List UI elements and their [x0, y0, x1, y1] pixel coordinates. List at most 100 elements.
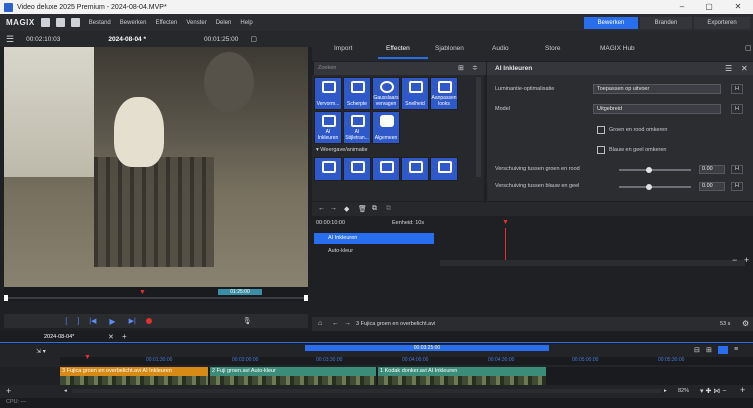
scroll-left-icon[interactable]: ◂ — [64, 388, 67, 394]
save-icon[interactable] — [70, 18, 80, 27]
effect-cell[interactable] — [314, 157, 342, 181]
panel-maximize-icon[interactable]: ▢ — [745, 44, 752, 52]
timeline-view-icon[interactable]: ⊟ — [694, 346, 700, 354]
settings-icon[interactable]: ⚙ — [742, 319, 749, 328]
effect-cell[interactable] — [343, 157, 371, 181]
audio-icon[interactable]: 🎙 — [243, 317, 252, 325]
effect-cell[interactable]: Algemeen — [372, 111, 400, 144]
redo-icon[interactable]: → — [330, 205, 337, 212]
mark-out-icon[interactable]: ] — [77, 318, 79, 325]
effect-cell[interactable]: Gausslaars vervagen — [372, 77, 400, 110]
clip-thumbnails[interactable] — [210, 376, 376, 385]
effect-section-header[interactable]: ▾ Weergave/animatie — [316, 147, 368, 153]
scene-view-icon[interactable]: ≡ — [734, 346, 738, 353]
scrub-end-handle[interactable] — [304, 295, 308, 301]
scrub-start-handle[interactable] — [4, 295, 8, 301]
paste-icon[interactable]: ⧉ — [386, 205, 391, 213]
shift1-keyframe-button[interactable]: H — [731, 165, 743, 174]
tab-magix-hub[interactable]: MAGIX Hub — [600, 45, 635, 52]
shift2-keyframe-button[interactable]: H — [731, 182, 743, 191]
scroll-right-icon[interactable]: ▸ — [664, 388, 667, 394]
menu-bewerken[interactable]: Bewerken — [120, 20, 147, 26]
menu-delen[interactable]: Delen — [216, 20, 232, 26]
fullscreen-icon[interactable]: ▢ — [250, 35, 257, 43]
mode-branden-button[interactable]: Branden — [640, 17, 692, 29]
effect-cell[interactable] — [372, 157, 400, 181]
project-tab-add[interactable]: + — [122, 332, 127, 341]
hamburger-icon[interactable]: ☰ — [6, 34, 14, 45]
video-preview[interactable] — [4, 47, 308, 287]
tab-sjablonen[interactable]: Sjablonen — [435, 45, 464, 52]
grid-view-icon[interactable]: ⊞ — [458, 64, 464, 72]
minimize-button[interactable]: – — [670, 0, 694, 14]
shift1-slider[interactable] — [619, 169, 691, 171]
effect-scrollbar[interactable] — [476, 77, 481, 177]
swap-green-red-checkbox[interactable] — [597, 126, 605, 134]
lum-keyframe-button[interactable]: H — [731, 84, 743, 94]
undo-icon[interactable]: ← — [318, 205, 325, 212]
zoom-level[interactable]: 82% — [678, 388, 689, 394]
menu-bestand[interactable]: Bestand — [89, 20, 111, 26]
swap-blue-yellow-checkbox[interactable] — [597, 146, 605, 154]
delete-icon[interactable]: 🗑 — [358, 205, 367, 213]
keyframe-scrollbar[interactable] — [440, 260, 745, 266]
play-icon[interactable]: ▶ — [109, 317, 115, 326]
shift1-value[interactable]: 0.00 — [699, 165, 725, 174]
shift2-value[interactable]: 0.00 — [699, 182, 725, 191]
home-icon[interactable]: ⌂ — [318, 320, 322, 327]
effect-cell[interactable]: AI Stijletran... — [343, 111, 371, 144]
tab-store[interactable]: Store — [545, 45, 561, 52]
open-folder-icon[interactable] — [55, 18, 65, 27]
menu-venster[interactable]: Venster — [186, 20, 206, 26]
mark-in-icon[interactable]: [ — [65, 318, 67, 325]
tab-import[interactable]: Import — [334, 45, 352, 52]
record-icon[interactable] — [145, 318, 152, 324]
zoom-in-icon[interactable]: + — [744, 255, 749, 265]
menu-help[interactable]: Help — [240, 20, 252, 26]
timeline-clip[interactable]: 2 Fuji groen.avi Auto-kleur — [210, 367, 376, 376]
keyframe-row-auto-kleur[interactable]: Auto-kleur — [314, 246, 434, 257]
clip-thumbnails[interactable] — [60, 376, 208, 385]
effect-cell[interactable] — [430, 157, 458, 181]
zoom-in-timeline-icon[interactable]: + — [740, 385, 745, 395]
timeline-ruler[interactable]: 00:01:30:00 00:03:00:00 00:03:30:00 00:0… — [60, 354, 753, 365]
filter-icon[interactable]: ≑ — [472, 64, 478, 72]
shift2-slider-knob[interactable] — [646, 184, 652, 190]
shift2-slider[interactable] — [619, 186, 691, 188]
skip-end-icon[interactable]: ▶| — [129, 317, 136, 325]
timeline-playhead-icon[interactable]: ▼ — [84, 354, 91, 361]
panel-menu-icon[interactable]: ☰ — [725, 64, 732, 73]
effect-cell[interactable]: Scherpte — [343, 77, 371, 110]
timeline-scrollbar[interactable] — [72, 389, 662, 393]
shift1-slider-knob[interactable] — [646, 167, 652, 173]
new-file-icon[interactable] — [40, 18, 50, 27]
mode-bewerken-button[interactable]: Bewerken — [584, 17, 638, 29]
mode-exporteren-button[interactable]: Exporteren — [694, 17, 750, 29]
lum-dropdown[interactable]: Toepassen op uitvoer — [593, 84, 721, 94]
track-tools-icon[interactable]: ⇲ ▾ — [36, 348, 46, 355]
keyframe-icon[interactable]: ◆ — [344, 205, 349, 213]
add-track-icon[interactable]: + — [6, 386, 11, 396]
effect-cell-ai-inkleuren[interactable]: AI Inkleuren — [314, 111, 342, 144]
zoom-controls-icon[interactable]: ▾ ✚ ⋈ − — [700, 387, 726, 395]
panel-close-icon[interactable]: ✕ — [741, 64, 748, 73]
model-keyframe-button[interactable]: H — [731, 104, 743, 114]
back-icon[interactable]: ← — [332, 320, 339, 327]
timeline-clip[interactable]: 1 Kodak donker.avi AI Inkleuren — [378, 367, 546, 376]
maximize-button[interactable]: ▢ — [697, 0, 721, 14]
tab-audio[interactable]: Audio — [492, 45, 509, 52]
tab-effecten[interactable]: Effecten — [386, 45, 410, 52]
zoom-out-icon[interactable]: − — [732, 255, 737, 265]
effect-cell[interactable]: Vervorm... — [314, 77, 342, 110]
effect-cell[interactable]: Aanpassen looks — [430, 77, 458, 110]
effect-cell[interactable] — [401, 157, 429, 181]
copy-icon[interactable]: ⧉ — [372, 205, 377, 213]
effect-cell[interactable]: Snelheid — [401, 77, 429, 110]
storyboard-view-icon[interactable]: ⊞ — [706, 346, 712, 354]
project-tab[interactable]: 2024-08-04* — [44, 334, 74, 340]
skip-start-icon[interactable]: |◀ — [89, 317, 96, 325]
project-tab-close[interactable]: ✕ — [108, 333, 114, 341]
menu-effecten[interactable]: Effecten — [155, 20, 177, 26]
close-button[interactable]: ✕ — [726, 0, 750, 14]
timeline-clip[interactable]: 3 Fujica groen en overbelicht.avi AI Ink… — [60, 367, 208, 376]
